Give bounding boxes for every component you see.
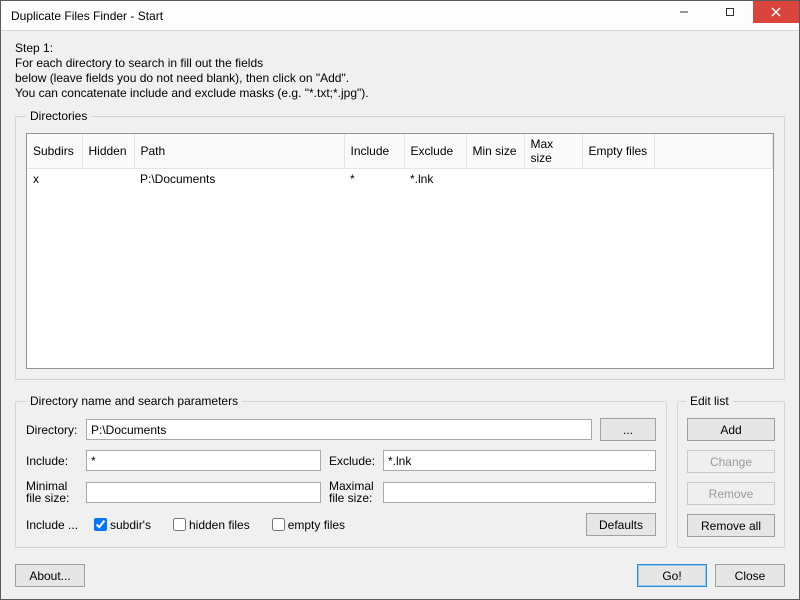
hidden-checkbox-label[interactable]: hidden files xyxy=(173,518,250,532)
col-subdirs[interactable]: Subdirs xyxy=(27,134,82,169)
include-opts-label: Include ... xyxy=(26,518,86,532)
add-button[interactable]: Add xyxy=(687,418,775,441)
col-exclude[interactable]: Exclude xyxy=(404,134,466,169)
cell-exclude: *.lnk xyxy=(404,169,466,190)
empty-checkbox-label[interactable]: empty files xyxy=(272,518,345,532)
minimize-icon xyxy=(679,7,689,17)
minsize-label: Minimal file size: xyxy=(26,480,78,504)
close-icon xyxy=(771,7,781,17)
directories-group: Directories Subdirs Hidden Path Include xyxy=(15,109,785,380)
app-window: Duplicate Files Finder - Start Step 1: F… xyxy=(0,0,800,600)
col-path[interactable]: Path xyxy=(134,134,344,169)
cell-hidden xyxy=(82,169,134,190)
hidden-checkbox[interactable] xyxy=(173,518,186,531)
go-button[interactable]: Go! xyxy=(637,564,707,587)
cell-maxsize xyxy=(524,169,582,190)
params-legend: Directory name and search parameters xyxy=(26,394,242,408)
window-title: Duplicate Files Finder - Start xyxy=(11,9,661,23)
defaults-button[interactable]: Defaults xyxy=(586,513,656,536)
remove-button[interactable]: Remove xyxy=(687,482,775,505)
col-empty[interactable]: Empty files xyxy=(582,134,654,169)
cell-empty xyxy=(582,169,654,190)
cell-subdirs: x xyxy=(27,169,82,190)
directories-legend: Directories xyxy=(26,109,91,123)
footer-bar: About... Go! Close xyxy=(15,564,785,587)
instructions-line: You can concatenate include and exclude … xyxy=(15,86,785,101)
empty-checkbox[interactable] xyxy=(272,518,285,531)
maxsize-input[interactable] xyxy=(383,482,656,503)
directory-input[interactable] xyxy=(86,419,592,440)
exclude-label: Exclude: xyxy=(329,454,375,468)
table-header: Subdirs Hidden Path Include Exclude Min … xyxy=(27,134,773,169)
subdirs-text: subdir's xyxy=(110,518,151,532)
hidden-text: hidden files xyxy=(189,518,250,532)
directory-label: Directory: xyxy=(26,423,78,437)
maxsize-label: Maximal file size: xyxy=(329,480,375,504)
include-label: Include: xyxy=(26,454,78,468)
empty-text: empty files xyxy=(288,518,345,532)
cell-include: * xyxy=(344,169,404,190)
browse-button[interactable]: ... xyxy=(600,418,656,441)
instructions-line: For each directory to search in fill out… xyxy=(15,56,785,71)
directories-table[interactable]: Subdirs Hidden Path Include Exclude Min … xyxy=(26,133,774,369)
instructions: Step 1: For each directory to search in … xyxy=(15,41,785,101)
client-area: Step 1: For each directory to search in … xyxy=(1,31,799,599)
maximize-button[interactable] xyxy=(707,1,753,23)
include-input[interactable] xyxy=(86,450,321,471)
close-window-button[interactable] xyxy=(753,1,799,23)
about-button[interactable]: About... xyxy=(15,564,85,587)
cell-path: P:\Documents xyxy=(134,169,344,190)
instructions-line: below (leave fields you do not need blan… xyxy=(15,71,785,86)
exclude-input[interactable] xyxy=(383,450,656,471)
subdirs-checkbox[interactable] xyxy=(94,518,107,531)
change-button[interactable]: Change xyxy=(687,450,775,473)
col-maxsize[interactable]: Max size xyxy=(524,134,582,169)
table-row[interactable]: x P:\Documents * *.lnk xyxy=(27,169,773,190)
instructions-line: Step 1: xyxy=(15,41,785,56)
editlist-group: Edit list Add Change Remove Remove all xyxy=(677,394,785,548)
params-group: Directory name and search parameters Dir… xyxy=(15,394,667,548)
mid-row: Directory name and search parameters Dir… xyxy=(15,394,785,548)
close-button[interactable]: Close xyxy=(715,564,785,587)
subdirs-checkbox-label[interactable]: subdir's xyxy=(94,518,151,532)
col-minsize[interactable]: Min size xyxy=(466,134,524,169)
maximize-icon xyxy=(725,7,735,17)
col-hidden[interactable]: Hidden xyxy=(82,134,134,169)
minsize-input[interactable] xyxy=(86,482,321,503)
remove-all-button[interactable]: Remove all xyxy=(687,514,775,537)
col-rest xyxy=(654,134,773,169)
minimize-button[interactable] xyxy=(661,1,707,23)
titlebar: Duplicate Files Finder - Start xyxy=(1,1,799,31)
cell-minsize xyxy=(466,169,524,190)
editlist-legend: Edit list xyxy=(686,394,733,408)
col-include[interactable]: Include xyxy=(344,134,404,169)
